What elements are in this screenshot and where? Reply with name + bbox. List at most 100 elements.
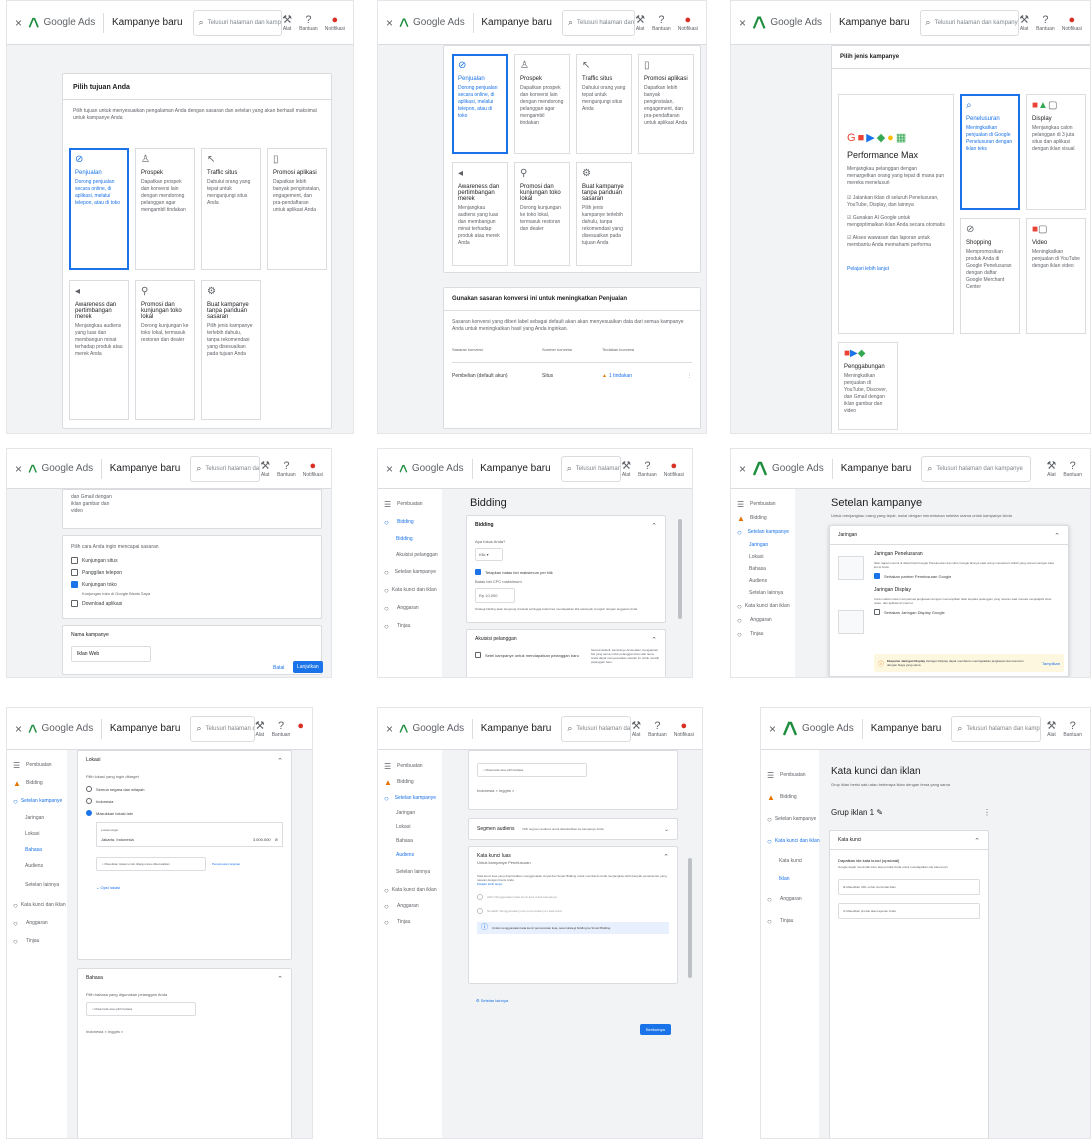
nav-item-jaringan[interactable]: Jaringan xyxy=(737,539,789,551)
cpc-limit-checkbox[interactable]: Tetapkan batas bid maksimum per klik xyxy=(475,569,657,575)
nav-item-iklan[interactable]: Iklan xyxy=(767,870,813,888)
help-button[interactable]: ? Bantuan xyxy=(648,720,667,738)
nav-item-bidding[interactable]: ○ Bidding xyxy=(384,513,436,531)
close-icon[interactable]: × xyxy=(15,462,22,476)
notifications-button[interactable]: ● Notifikasi xyxy=(303,460,323,478)
display-network-checkbox[interactable]: Sertakan Jaringan Display Google xyxy=(874,609,1060,615)
nav-item-setelan[interactable]: ○ Setelan kampanye xyxy=(737,525,789,539)
tools-button[interactable]: ⚒ Alat xyxy=(621,460,631,478)
checkbox[interactable] xyxy=(71,557,78,564)
checkbox[interactable] xyxy=(874,609,880,615)
nav-item-kata-kunci[interactable]: ○ Kata kunci dan iklan xyxy=(737,599,790,613)
nav-item-bidding[interactable]: ▲ Bidding xyxy=(737,511,789,525)
help-button[interactable]: ? Bantuan xyxy=(638,460,657,478)
nav-item-pembuatan[interactable]: ☰ Pembuatan xyxy=(767,764,813,786)
help-button[interactable]: ? Bantuan xyxy=(277,460,296,478)
tools-button[interactable]: ⚒ Alat xyxy=(1019,14,1029,32)
language-chips[interactable]: Indonesia × Inggris × xyxy=(477,787,669,794)
location-option[interactable]: Indonesia xyxy=(86,798,283,804)
tools-button[interactable]: ⚒ Alat xyxy=(282,14,292,32)
campaign-type-option[interactable]: ■▶◆ Penggabungan Meningkatkan penjualan di… xyxy=(838,342,898,430)
more-icon[interactable]: ⋮ xyxy=(983,808,991,817)
goal-option[interactable]: ▯ Promosi aplikasi Dapatkan lebih banyak p… xyxy=(638,54,694,154)
continue-button[interactable]: Lanjutkan xyxy=(293,661,323,673)
close-icon[interactable]: × xyxy=(769,722,776,736)
nav-item-lokasi[interactable]: Lokasi xyxy=(13,826,61,842)
nav-item-bahasa[interactable]: Bahasa xyxy=(737,563,789,575)
goal-option[interactable]: ♙ Prospek Dapatkan prospek dan konversi la… xyxy=(514,54,570,154)
focus-select[interactable]: Klik ▾ xyxy=(475,548,503,561)
notifications-button[interactable]: ● Notifikasi xyxy=(1062,14,1082,32)
notifications-button[interactable]: ● Notifikasi xyxy=(678,14,698,32)
collapse-icon[interactable]: ⌃ xyxy=(1054,532,1060,540)
close-icon[interactable]: × xyxy=(15,722,22,736)
search-input[interactable]: ⌕Telusuri halaman dan kampanye xyxy=(192,9,283,36)
more-icon[interactable]: ⋮ xyxy=(687,373,692,379)
search-input[interactable]: ⌕Telusuri halaman dan kampanye xyxy=(561,715,632,742)
radio[interactable] xyxy=(86,810,92,816)
notifications-button[interactable]: ● Notifikasi xyxy=(674,720,694,738)
radio[interactable] xyxy=(477,894,483,900)
goal-option[interactable]: ⚲ Promosi dan kunjungan toko lokal Dorong … xyxy=(514,162,570,266)
search-input[interactable]: ⌕Telusuri halaman dan kampanye xyxy=(190,455,261,482)
close-icon[interactable]: × xyxy=(386,462,393,476)
nav-item-audiens[interactable]: Audiens xyxy=(384,848,436,862)
help-button[interactable]: ? Bantuan xyxy=(299,14,318,32)
tools-button[interactable]: ⚒ Alat xyxy=(635,14,645,32)
cpc-input[interactable]: Rp 10.000 xyxy=(475,588,515,603)
tools-button[interactable]: ⚒ Alat xyxy=(255,720,265,738)
nav-item-tinjau[interactable]: ○ Tinjau xyxy=(13,932,61,950)
campaign-type-option[interactable]: ⌕ Penelusuran Meningkatkan penjualan di Go… xyxy=(960,94,1020,210)
nav-item-audiens[interactable]: Audiens xyxy=(737,575,789,587)
broad-off-radio[interactable]: Nonaktif: Menggunakan jenis pencocokan p… xyxy=(477,908,669,914)
nav-item-akuisisi[interactable]: Akuisisi pelanggan xyxy=(384,547,438,563)
collapse-icon[interactable]: ⌃ xyxy=(651,636,657,644)
checkbox[interactable] xyxy=(475,652,481,658)
nav-item-tinjau[interactable]: ○ Tinjau xyxy=(767,910,813,932)
nav-item-setelan-lainnya[interactable]: Setelan lainnya xyxy=(13,874,61,896)
scrollbar[interactable] xyxy=(688,858,692,978)
help-button[interactable]: ? Bantuan xyxy=(1063,720,1082,738)
goal-option[interactable]: ⊘ Penjualan Dorong penjualan secara online… xyxy=(452,54,508,154)
location-options-toggle[interactable]: ⌄ Opsi lokasi xyxy=(96,885,283,890)
nav-item-kata-kunci[interactable]: ○ Kata kunci dan iklan xyxy=(13,896,66,914)
next-button[interactable]: Berikutnya xyxy=(640,1024,671,1035)
nav-item-tinjau[interactable]: ○ Tinjau xyxy=(384,914,436,930)
goal-option[interactable]: ⚙ Buat kampanye tanpa panduan sasaran Pili… xyxy=(201,280,261,420)
expand-icon[interactable]: ⌄ xyxy=(664,826,669,833)
method-option[interactable]: Kunjungan toko xyxy=(71,581,313,588)
nav-item-setelan-lainnya[interactable]: Setelan lainnya xyxy=(384,862,432,882)
checkbox[interactable] xyxy=(475,569,481,575)
nav-item-kata-kunci-sub[interactable]: Kata kunci xyxy=(767,852,813,870)
collapse-icon[interactable]: ⌃ xyxy=(277,975,283,983)
goal-option[interactable]: ▯ Promosi aplikasi Dapatkan lebih banyak p… xyxy=(267,148,327,270)
tools-button[interactable]: ⚒ Alat xyxy=(631,720,641,738)
goal-option[interactable]: ◂ Awareness dan pertimbangan merek Menjang… xyxy=(69,280,129,420)
goal-option[interactable]: ⚲ Promosi dan kunjungan toko lokal Dorong … xyxy=(135,280,195,420)
nav-item-bahasa[interactable]: Bahasa xyxy=(13,842,61,858)
nav-item-anggaran[interactable]: ○ Anggaran xyxy=(384,898,436,914)
checkbox[interactable] xyxy=(71,581,78,588)
nav-item-tinjau[interactable]: ○ Tinjau xyxy=(384,617,436,635)
close-icon[interactable]: × xyxy=(15,16,22,30)
pmax-option[interactable]: G■▶◆●▦ Performance Max Menjangkau pelang… xyxy=(838,94,954,334)
radio[interactable] xyxy=(86,786,92,792)
product-input[interactable]: ⊘ Masukkan produk atau layanan Anda xyxy=(838,903,980,919)
nav-item-bidding[interactable]: ▲ Bidding xyxy=(13,774,61,792)
close-icon[interactable]: × xyxy=(739,462,746,476)
radio[interactable] xyxy=(86,798,92,804)
nav-item-anggaran[interactable]: ○ Anggaran xyxy=(767,888,813,910)
search-input[interactable]: ⌕Telusuri halaman dan kampanye xyxy=(921,455,1032,482)
nav-item-setelan-lainnya[interactable]: Setelan lainnya xyxy=(737,587,789,599)
search-input[interactable]: ⌕Telusuri halaman dan kampanye xyxy=(190,715,255,742)
tools-button[interactable]: ⚒ Alat xyxy=(1046,720,1056,738)
method-option[interactable]: Download aplikasi xyxy=(71,600,313,607)
notifications-button[interactable]: ● Notifikasi xyxy=(325,14,345,32)
help-button[interactable]: ? Bantuan xyxy=(1063,460,1082,478)
goal-option[interactable]: ◂ Awareness dan pertimbangan merek Menjang… xyxy=(452,162,508,266)
language-search-input[interactable]: ⌕ Mulai ketik atau pilih bahasa xyxy=(477,763,587,777)
advanced-search-link[interactable]: Penelusuran lanjutan xyxy=(212,862,240,866)
more-settings-toggle[interactable]: ⚙ Setelan lainnya xyxy=(476,998,508,1003)
nav-item-audiens[interactable]: Audiens xyxy=(13,858,61,874)
location-option[interactable]: Semua negara dan wilayah xyxy=(86,786,283,792)
